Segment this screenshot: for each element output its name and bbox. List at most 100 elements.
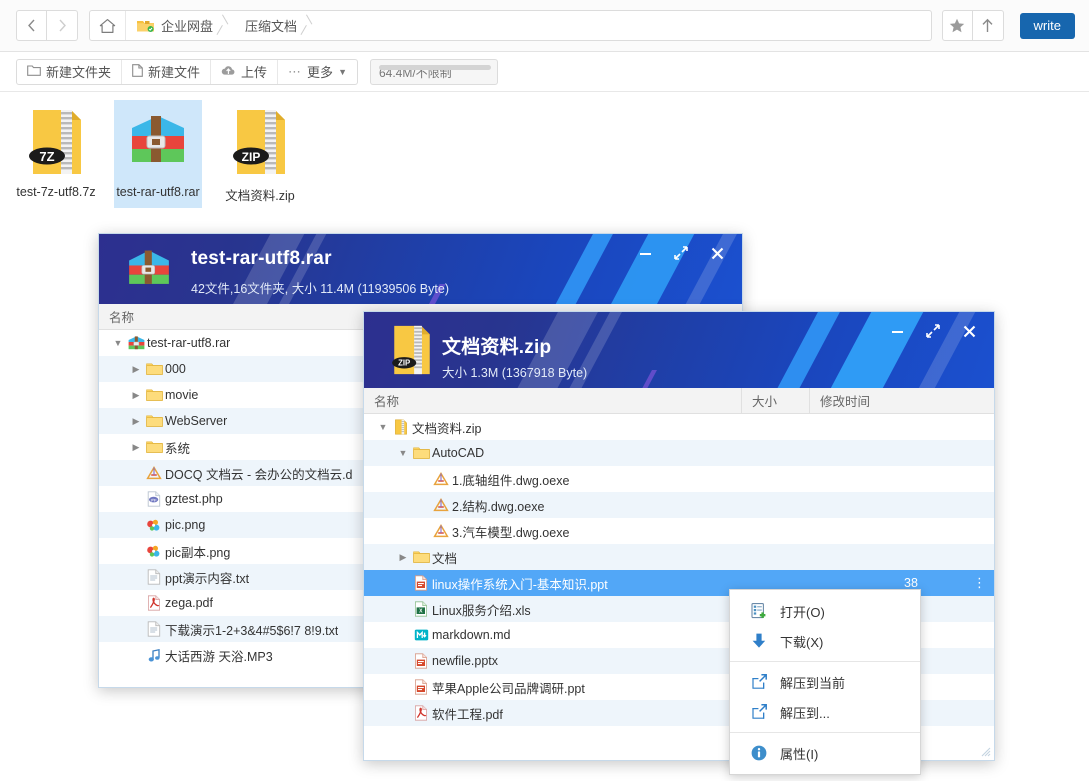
context-menu-item[interactable]: 属性(I)	[730, 738, 920, 768]
open-icon	[750, 602, 768, 620]
new-file-button[interactable]: 新建文件	[122, 59, 212, 84]
download-icon	[750, 632, 768, 650]
table-row[interactable]: 2.结构.dwg.oexe 235B 2017/04/18 12:13:38	[364, 492, 994, 518]
file-label: test-rar-utf8.rar	[116, 185, 200, 199]
file-name: 下载演示1-2+3&4#5$6!7 8!9.txt	[165, 623, 339, 638]
expand-icon[interactable]	[918, 318, 948, 344]
minimize-icon[interactable]	[882, 318, 912, 344]
chevron-right-icon[interactable]: ▶	[129, 416, 143, 427]
breadcrumb-item-1[interactable]: 压缩文档	[235, 11, 319, 40]
file-name: ppt演示内容.txt	[165, 571, 250, 586]
context-menu-item[interactable]: 解压到...	[730, 697, 920, 727]
file-item-7z[interactable]: 7Z test-7z-utf8.7z	[12, 100, 100, 208]
toolbar-button-group: 新建文件夹 新建文件 上传 ⋯ 更多 ▼	[16, 58, 358, 85]
chevron-right-icon[interactable]: ▶	[129, 364, 143, 375]
write-button[interactable]: write	[1019, 12, 1075, 39]
chevron-right-icon[interactable]: ▶	[129, 442, 143, 453]
table-row[interactable]: ▶ 文档 2017/05/10 09:54:08	[364, 544, 994, 570]
address-actions: write	[941, 10, 1075, 41]
svg-text:ZIP: ZIP	[398, 359, 410, 368]
file-name: DOCQ 文档云 - 会办公的文档云.d	[165, 467, 353, 482]
chevron-down-icon[interactable]: ▼	[376, 422, 390, 432]
close-icon[interactable]	[702, 240, 732, 266]
file-item-rar[interactable]: test-rar-utf8.rar	[114, 100, 202, 208]
zip-column-time[interactable]: 修改时间	[809, 387, 994, 414]
forward-button[interactable]	[47, 10, 78, 41]
new-file-label: 新建文件	[148, 65, 201, 80]
context-menu[interactable]: 打开(O) 下载(X) 解压到当前 解压到... 属性(I)	[729, 589, 921, 775]
extract-to-icon	[750, 703, 768, 721]
arrow-up-icon[interactable]	[972, 10, 1004, 41]
upload-button[interactable]: 上传	[211, 59, 279, 84]
resize-grip-icon[interactable]	[979, 745, 991, 757]
svg-text:php: php	[151, 498, 157, 502]
row-more-menu-button[interactable]: ⋮	[973, 575, 986, 591]
more-button[interactable]: ⋯ 更多 ▼	[278, 60, 357, 84]
autocad-icon	[430, 524, 452, 538]
file-item-zip[interactable]: ZIP 文档资料.zip	[216, 100, 304, 208]
svg-text:7Z: 7Z	[39, 149, 54, 164]
breadcrumb: 企业网盘 压缩文档	[89, 10, 932, 41]
new-folder-button[interactable]: 新建文件夹	[17, 59, 123, 84]
file-name: gztest.php	[165, 492, 223, 506]
archive-zip-icon	[390, 419, 412, 435]
file-name: 文档	[432, 551, 458, 566]
menu-separator	[730, 732, 920, 733]
archive-rar-icon	[127, 246, 171, 297]
close-icon[interactable]	[954, 318, 984, 344]
file-name: 大话西游 天浴.MP3	[165, 649, 273, 664]
ppt-icon	[410, 575, 432, 591]
file-name: markdown.md	[432, 628, 511, 642]
minimize-icon[interactable]	[630, 240, 660, 266]
image-icon	[143, 544, 165, 558]
new-file-icon	[132, 63, 143, 80]
archive-rar-icon	[132, 116, 184, 162]
context-menu-item[interactable]: 下载(X)	[730, 626, 920, 656]
context-menu-item[interactable]: 解压到当前	[730, 667, 920, 697]
file-name: 3.汽车模型.dwg.oexe	[452, 525, 570, 540]
home-icon[interactable]	[90, 11, 126, 40]
file-name: AutoCAD	[432, 446, 485, 460]
more-dots-icon: ⋯	[288, 63, 303, 79]
file-name: 软件工程.pdf	[432, 707, 503, 722]
chevron-right-icon[interactable]: ▶	[129, 390, 143, 401]
folder-icon	[143, 414, 165, 428]
table-row[interactable]: 3.汽车模型.dwg.oexe 236B 2017/04/18 12:13:38	[364, 518, 994, 544]
ppt-icon	[410, 653, 432, 669]
extract-here-icon	[750, 673, 768, 691]
xls-icon: X	[410, 601, 432, 617]
rar-window-controls	[630, 240, 732, 266]
chevron-right-icon[interactable]: ▶	[396, 552, 410, 563]
svg-text:ZIP: ZIP	[242, 150, 261, 164]
menu-item-label: 解压到...	[780, 705, 830, 721]
new-folder-icon	[27, 64, 41, 79]
folder-icon	[410, 550, 432, 564]
file-name: 苹果Apple公司品牌调研.ppt	[432, 681, 585, 696]
more-label: 更多	[307, 65, 334, 80]
breadcrumb-separator-icon	[221, 11, 231, 40]
file-name: newfile.pptx	[432, 654, 499, 668]
folder-icon	[143, 388, 165, 402]
zip-column-header: 名称 大小 修改时间	[364, 387, 994, 414]
archive-zip-icon: ZIP	[390, 322, 434, 383]
zip-column-name[interactable]: 名称	[364, 388, 741, 414]
breadcrumb-separator-icon	[305, 11, 315, 40]
chevron-down-icon[interactable]: ▼	[396, 448, 410, 458]
table-row[interactable]: ▼ 文档资料.zip 2017/05/10 09:58:32	[364, 414, 994, 440]
table-row[interactable]: 1.底轴组件.dwg.oexe 237B 2017/04/18 12:13:38	[364, 466, 994, 492]
back-button[interactable]	[16, 10, 47, 41]
table-row[interactable]: ▼ AutoCAD 2017/05/10 09:46:56	[364, 440, 994, 466]
expand-icon[interactable]	[666, 240, 696, 266]
image-icon	[143, 518, 165, 532]
context-menu-item[interactable]: 打开(O)	[730, 596, 920, 626]
archive-rar-icon	[125, 335, 147, 351]
menu-item-label: 属性(I)	[780, 746, 819, 762]
chevron-down-icon[interactable]: ▼	[111, 338, 125, 348]
star-icon[interactable]	[941, 10, 973, 41]
menu-item-label: 解压到当前	[780, 675, 846, 691]
breadcrumb-item-0[interactable]: 企业网盘	[126, 11, 235, 40]
app-root: 企业网盘 压缩文档 write 新建文件夹 新建文件 上传 ⋯ 更多 ▼ 64.…	[0, 0, 1089, 781]
zip-column-size[interactable]: 大小	[741, 387, 809, 414]
file-name: WebServer	[165, 414, 228, 428]
rar-window-header: test-rar-utf8.rar 42文件,16文件夹, 大小 11.4M (…	[99, 234, 742, 304]
